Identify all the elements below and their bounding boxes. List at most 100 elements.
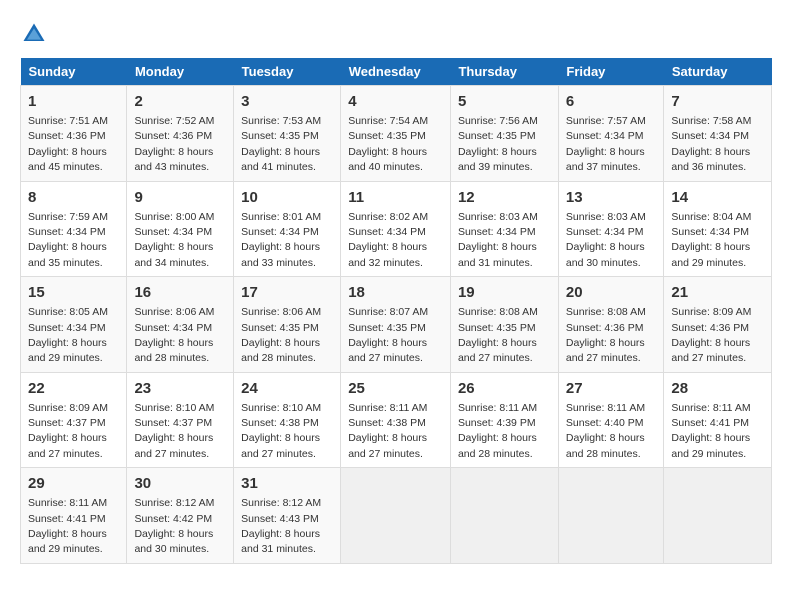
day-number: 21 [671, 282, 764, 303]
calendar-cell: 10 Sunrise: 8:01 AMSunset: 4:34 PMDayligh… [234, 181, 341, 277]
calendar-cell: 16Sunrise: 8:06 AMSunset: 4:34 PMDayligh… [127, 277, 234, 373]
day-number: 17 [241, 282, 333, 303]
calendar-cell: 15 Sunrise: 8:05 AMSunset: 4:34 PMDayligh… [21, 277, 127, 373]
day-number: 27 [566, 378, 657, 399]
cell-info: Sunrise: 8:09 AMSunset: 4:37 PMDaylight:… [28, 402, 108, 460]
col-header-friday: Friday [558, 58, 664, 86]
cell-info: Sunrise: 7:57 AMSunset: 4:34 PMDaylight:… [566, 115, 646, 173]
day-number: 23 [134, 378, 226, 399]
cell-info: Sunrise: 8:11 AMSunset: 4:40 PMDaylight:… [566, 402, 645, 460]
col-header-saturday: Saturday [664, 58, 772, 86]
calendar-cell [450, 468, 558, 564]
calendar-cell: 7 Sunrise: 7:58 AMSunset: 4:34 PMDaylight… [664, 86, 772, 182]
calendar-cell: 8 Sunrise: 7:59 AMSunset: 4:34 PMDaylight… [21, 181, 127, 277]
cell-info: Sunrise: 8:10 AMSunset: 4:37 PMDaylight:… [134, 402, 214, 460]
cell-info: Sunrise: 7:51 AMSunset: 4:36 PMDaylight:… [28, 115, 108, 173]
day-number: 6 [566, 91, 657, 112]
calendar-cell: 29Sunrise: 8:11 AMSunset: 4:41 PMDayligh… [21, 468, 127, 564]
cell-info: Sunrise: 8:11 AMSunset: 4:41 PMDaylight:… [671, 402, 750, 460]
cell-info: Sunrise: 8:07 AMSunset: 4:35 PMDaylight:… [348, 306, 428, 364]
week-row-5: 29Sunrise: 8:11 AMSunset: 4:41 PMDayligh… [21, 468, 772, 564]
col-header-tuesday: Tuesday [234, 58, 341, 86]
week-row-3: 15 Sunrise: 8:05 AMSunset: 4:34 PMDayligh… [21, 277, 772, 373]
cell-info: Sunrise: 7:58 AMSunset: 4:34 PMDaylight:… [671, 115, 751, 173]
calendar-cell: 23 Sunrise: 8:10 AMSunset: 4:37 PMDayligh… [127, 372, 234, 468]
calendar-cell: 19 Sunrise: 8:08 AMSunset: 4:35 PMDayligh… [450, 277, 558, 373]
day-number: 4 [348, 91, 443, 112]
cell-info: Sunrise: 8:03 AMSunset: 4:34 PMDaylight:… [566, 211, 646, 269]
cell-info: Sunrise: 8:01 AMSunset: 4:34 PMDaylight:… [241, 211, 321, 269]
calendar-cell: 12 Sunrise: 8:03 AMSunset: 4:34 PMDayligh… [450, 181, 558, 277]
calendar-cell [341, 468, 451, 564]
week-row-1: 1 Sunrise: 7:51 AMSunset: 4:36 PMDaylight… [21, 86, 772, 182]
cell-info: Sunrise: 7:52 AMSunset: 4:36 PMDaylight:… [134, 115, 214, 173]
col-header-wednesday: Wednesday [341, 58, 451, 86]
day-number: 13 [566, 187, 657, 208]
calendar-cell: 30 Sunrise: 8:12 AMSunset: 4:42 PMDayligh… [127, 468, 234, 564]
day-number: 15 [28, 282, 119, 303]
cell-info: Sunrise: 8:02 AMSunset: 4:34 PMDaylight:… [348, 211, 428, 269]
calendar-cell: 3 Sunrise: 7:53 AMSunset: 4:35 PMDaylight… [234, 86, 341, 182]
calendar-cell: 20Sunrise: 8:08 AMSunset: 4:36 PMDayligh… [558, 277, 664, 373]
cell-info: Sunrise: 8:08 AMSunset: 4:35 PMDaylight:… [458, 306, 538, 364]
calendar-cell: 4Sunrise: 7:54 AMSunset: 4:35 PMDaylight… [341, 86, 451, 182]
calendar-cell: 2 Sunrise: 7:52 AMSunset: 4:36 PMDaylight… [127, 86, 234, 182]
cell-info: Sunrise: 8:12 AMSunset: 4:42 PMDaylight:… [134, 497, 214, 555]
week-row-4: 22 Sunrise: 8:09 AMSunset: 4:37 PMDayligh… [21, 372, 772, 468]
cell-info: Sunrise: 8:00 AMSunset: 4:34 PMDaylight:… [134, 211, 214, 269]
week-row-2: 8 Sunrise: 7:59 AMSunset: 4:34 PMDaylight… [21, 181, 772, 277]
logo-icon [20, 20, 48, 48]
day-number: 31 [241, 473, 333, 494]
col-header-thursday: Thursday [450, 58, 558, 86]
day-number: 3 [241, 91, 333, 112]
day-number: 1 [28, 91, 119, 112]
day-number: 22 [28, 378, 119, 399]
cell-info: Sunrise: 8:08 AMSunset: 4:36 PMDaylight:… [566, 306, 646, 364]
calendar-cell: 1 Sunrise: 7:51 AMSunset: 4:36 PMDaylight… [21, 86, 127, 182]
calendar-cell: 9 Sunrise: 8:00 AMSunset: 4:34 PMDaylight… [127, 181, 234, 277]
day-number: 5 [458, 91, 551, 112]
calendar-cell: 31Sunrise: 8:12 AMSunset: 4:43 PMDayligh… [234, 468, 341, 564]
day-number: 25 [348, 378, 443, 399]
day-number: 2 [134, 91, 226, 112]
cell-info: Sunrise: 8:11 AMSunset: 4:41 PMDaylight:… [28, 497, 107, 555]
cell-info: Sunrise: 7:59 AMSunset: 4:34 PMDaylight:… [28, 211, 108, 269]
col-header-sunday: Sunday [21, 58, 127, 86]
calendar-cell: 5Sunrise: 7:56 AMSunset: 4:35 PMDaylight… [450, 86, 558, 182]
cell-info: Sunrise: 8:06 AMSunset: 4:34 PMDaylight:… [134, 306, 214, 364]
header-row: SundayMondayTuesdayWednesdayThursdayFrid… [21, 58, 772, 86]
day-number: 11 [348, 187, 443, 208]
day-number: 10 [241, 187, 333, 208]
day-number: 12 [458, 187, 551, 208]
day-number: 18 [348, 282, 443, 303]
calendar-cell: 24 Sunrise: 8:10 AMSunset: 4:38 PMDayligh… [234, 372, 341, 468]
calendar-cell [664, 468, 772, 564]
cell-info: Sunrise: 8:11 AMSunset: 4:39 PMDaylight:… [458, 402, 537, 460]
calendar-cell: 21Sunrise: 8:09 AMSunset: 4:36 PMDayligh… [664, 277, 772, 373]
day-number: 19 [458, 282, 551, 303]
calendar-cell: 18 Sunrise: 8:07 AMSunset: 4:35 PMDayligh… [341, 277, 451, 373]
page-header [20, 20, 772, 48]
calendar-cell: 13 Sunrise: 8:03 AMSunset: 4:34 PMDayligh… [558, 181, 664, 277]
calendar-cell: 25 Sunrise: 8:11 AMSunset: 4:38 PMDayligh… [341, 372, 451, 468]
calendar-cell: 11 Sunrise: 8:02 AMSunset: 4:34 PMDayligh… [341, 181, 451, 277]
logo [20, 20, 52, 48]
day-number: 24 [241, 378, 333, 399]
calendar-cell: 6 Sunrise: 7:57 AMSunset: 4:34 PMDaylight… [558, 86, 664, 182]
calendar-cell: 26 Sunrise: 8:11 AMSunset: 4:39 PMDayligh… [450, 372, 558, 468]
cell-info: Sunrise: 8:05 AMSunset: 4:34 PMDaylight:… [28, 306, 108, 364]
cell-info: Sunrise: 8:11 AMSunset: 4:38 PMDaylight:… [348, 402, 427, 460]
col-header-monday: Monday [127, 58, 234, 86]
calendar-table: SundayMondayTuesdayWednesdayThursdayFrid… [20, 58, 772, 564]
calendar-cell: 17Sunrise: 8:06 AMSunset: 4:35 PMDayligh… [234, 277, 341, 373]
cell-info: Sunrise: 7:53 AMSunset: 4:35 PMDaylight:… [241, 115, 321, 173]
day-number: 26 [458, 378, 551, 399]
calendar-cell: 27 Sunrise: 8:11 AMSunset: 4:40 PMDayligh… [558, 372, 664, 468]
day-number: 9 [134, 187, 226, 208]
day-number: 8 [28, 187, 119, 208]
cell-info: Sunrise: 8:10 AMSunset: 4:38 PMDaylight:… [241, 402, 321, 460]
cell-info: Sunrise: 8:03 AMSunset: 4:34 PMDaylight:… [458, 211, 538, 269]
day-number: 14 [671, 187, 764, 208]
day-number: 7 [671, 91, 764, 112]
day-number: 30 [134, 473, 226, 494]
